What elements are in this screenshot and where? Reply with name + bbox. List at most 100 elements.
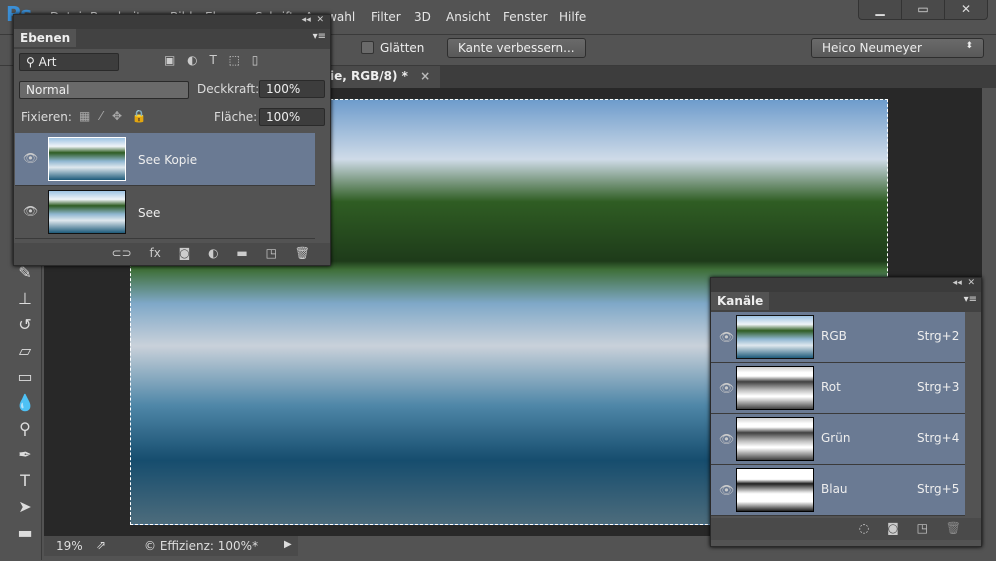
minimize-button[interactable]: ▁	[859, 0, 902, 19]
tab-layers[interactable]: Ebenen	[14, 29, 77, 47]
workspace-select[interactable]: Heico Neumeyer ⬍	[811, 38, 984, 58]
link-icon[interactable]: ⊂⊃	[112, 246, 132, 260]
maximize-button[interactable]: ▭	[902, 0, 945, 19]
close-tab-icon[interactable]: ×	[420, 69, 430, 83]
channels-panel: ◂◂ ✕ Kanäle ▾≡ 👁 RGB Strg+2 👁 Rot Strg+3 👁 Grü…	[710, 277, 982, 547]
opacity-value: 100%	[266, 82, 301, 96]
share-icon[interactable]: ⇗	[96, 538, 106, 552]
channel-name: Grün	[821, 431, 851, 445]
channel-row[interactable]: 👁 RGB Strg+2	[711, 312, 965, 363]
blend-mode-select[interactable]: Normal	[19, 81, 189, 99]
new-layer-icon[interactable]: ◳	[266, 246, 277, 260]
close-panel-icon[interactable]: ✕	[967, 278, 975, 288]
layer-list: 👁 See Kopie 👁 See	[15, 133, 315, 239]
smooth-label: Glätten	[380, 41, 425, 55]
fill-input[interactable]: 100%	[259, 108, 325, 126]
panel-header: ◂◂ ✕	[14, 15, 330, 29]
channel-row[interactable]: 👁 Blau Strg+5	[711, 465, 965, 516]
document-tab[interactable]: ie, RGB/8) * ×	[320, 66, 441, 88]
gradient-tool-icon[interactable]: ▭	[8, 364, 42, 390]
collapse-icon[interactable]: ◂◂	[953, 278, 962, 288]
channels-footer: ◌ ◙ ◳ 🗑	[711, 518, 981, 540]
pen-tool-icon[interactable]: ✒	[8, 442, 42, 468]
lock-icons[interactable]: ▦ ⁄ ✥ 🔒	[79, 109, 147, 123]
eye-icon[interactable]: 👁	[23, 204, 38, 218]
channel-name: RGB	[821, 329, 847, 343]
document-info: © Effizienz: 100%*	[144, 539, 259, 553]
layers-panel: ◂◂ ✕ Ebenen ▾≡ ⚲ Art ▣ ◐ T ⬚ ▯ Normal Dec…	[13, 14, 331, 266]
zoom-level[interactable]: 19%	[56, 539, 83, 553]
layer-row[interactable]: 👁 See Kopie	[15, 133, 315, 186]
eye-icon[interactable]: 👁	[719, 330, 734, 344]
collapse-icon[interactable]: ◂◂	[302, 15, 311, 25]
opacity-input[interactable]: 100%	[259, 80, 325, 98]
document-tab-title: ie, RGB/8) *	[330, 69, 408, 83]
history-brush-icon[interactable]: ↺	[8, 312, 42, 338]
status-bar: 19% ⇗ © Effizienz: 100%* ▶	[44, 536, 298, 556]
menu-filter[interactable]: Filter	[371, 10, 401, 24]
blend-mode-value: Normal	[26, 83, 70, 97]
toolbar: ✎ ⊥ ↺ ▱ ▭ 💧 ⚲ ✒ T ➤ ▬	[8, 260, 42, 560]
close-button[interactable]: ✕	[945, 0, 987, 19]
menu-hilfe[interactable]: Hilfe	[559, 10, 586, 24]
save-selection-icon[interactable]: ◙	[887, 521, 899, 535]
eye-icon[interactable]: 👁	[719, 483, 734, 497]
dodge-tool-icon[interactable]: ⚲	[8, 416, 42, 442]
channel-shortcut: Strg+5	[917, 482, 960, 496]
folder-icon[interactable]: ▬	[236, 246, 247, 260]
adjustment-icon[interactable]: ◐	[208, 246, 218, 260]
channel-shortcut: Strg+3	[917, 380, 960, 394]
panel-header: ◂◂ ✕	[711, 278, 981, 292]
opacity-label: Deckkraft:	[197, 82, 260, 96]
channel-thumbnail	[736, 417, 814, 461]
path-select-icon[interactable]: ➤	[8, 494, 42, 520]
fx-icon[interactable]: fx	[149, 246, 160, 260]
filter-icons[interactable]: ▣ ◐ T ⬚ ▯	[164, 53, 258, 67]
new-channel-icon[interactable]: ◳	[917, 521, 928, 535]
fill-value: 100%	[266, 110, 301, 124]
layer-thumbnail	[48, 137, 126, 181]
menu-3d[interactable]: 3D	[414, 10, 431, 24]
menu-fenster[interactable]: Fenster	[503, 10, 548, 24]
refine-edge-button[interactable]: Kante verbessern...	[447, 38, 586, 58]
layer-thumbnail	[48, 190, 126, 234]
workspace-value: Heico Neumeyer	[822, 41, 922, 55]
smooth-checkbox[interactable]	[361, 41, 374, 54]
type-tool-icon[interactable]: T	[8, 468, 42, 494]
channel-list: 👁 RGB Strg+2 👁 Rot Strg+3 👁 Grün Strg+4 👁 Blau S…	[711, 312, 965, 516]
channel-thumbnail	[736, 315, 814, 359]
window-controls: ▁ ▭ ✕	[858, 0, 988, 20]
channel-thumbnail	[736, 366, 814, 410]
shape-tool-icon[interactable]: ▬	[8, 520, 42, 546]
layer-row[interactable]: 👁 See	[15, 186, 315, 239]
layer-name: See Kopie	[138, 153, 198, 167]
eye-icon[interactable]: 👁	[23, 151, 38, 165]
tab-channels[interactable]: Kanäle	[711, 292, 770, 310]
lock-label: Fixieren:	[21, 110, 72, 124]
channel-name: Rot	[821, 380, 841, 394]
stamp-tool-icon[interactable]: ⊥	[8, 286, 42, 312]
channel-shortcut: Strg+2	[917, 329, 960, 343]
mask-icon[interactable]: ◙	[179, 246, 191, 260]
blur-tool-icon[interactable]: 💧	[8, 390, 42, 416]
channel-shortcut: Strg+4	[917, 431, 960, 445]
play-icon[interactable]: ▶	[284, 539, 292, 550]
panel-menu-icon[interactable]: ▾≡	[313, 31, 326, 42]
panel-menu-icon[interactable]: ▾≡	[964, 294, 977, 305]
load-selection-icon[interactable]: ◌	[859, 521, 869, 535]
eye-icon[interactable]: 👁	[719, 432, 734, 446]
trash-icon[interactable]: 🗑	[295, 246, 310, 260]
updown-icon: ⬍	[965, 41, 973, 51]
search-icon: ⚲	[26, 55, 39, 69]
filter-kind-value: Art	[38, 55, 57, 69]
eraser-tool-icon[interactable]: ▱	[8, 338, 42, 364]
fill-label: Fläche:	[214, 110, 258, 124]
eye-icon[interactable]: 👁	[719, 381, 734, 395]
channel-row[interactable]: 👁 Grün Strg+4	[711, 414, 965, 465]
menu-ansicht[interactable]: Ansicht	[446, 10, 490, 24]
channel-name: Blau	[821, 482, 848, 496]
channel-row[interactable]: 👁 Rot Strg+3	[711, 363, 965, 414]
filter-kind-select[interactable]: ⚲ Art	[19, 53, 119, 71]
close-panel-icon[interactable]: ✕	[316, 15, 324, 25]
trash-icon[interactable]: 🗑	[946, 521, 961, 535]
